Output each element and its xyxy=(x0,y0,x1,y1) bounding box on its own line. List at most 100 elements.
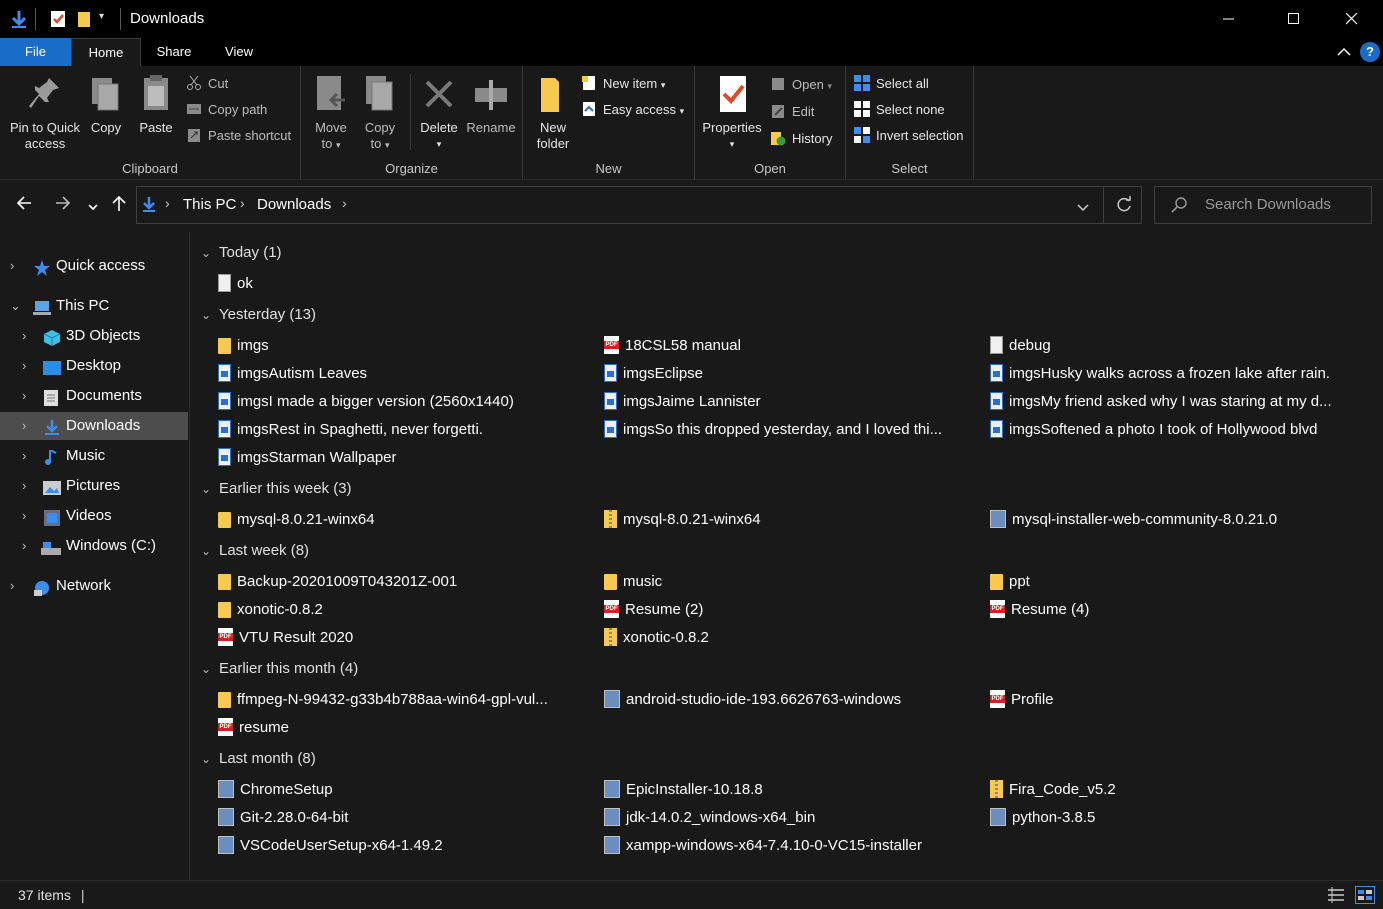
sidebar-item-3d-objects[interactable]: › 3D Objects xyxy=(0,322,188,350)
refresh-button[interactable] xyxy=(1115,196,1133,217)
customize-toolbar-chevron-icon[interactable]: ▾ xyxy=(99,11,117,31)
group-header[interactable]: ⌄ Yesterday (13) xyxy=(201,304,316,326)
chevron-down-icon[interactable]: ⌄ xyxy=(201,304,219,326)
properties-check-icon[interactable] xyxy=(49,9,67,29)
chevron-right-icon[interactable]: › xyxy=(10,572,14,600)
file-item[interactable]: mysql-installer-web-community-8.0.21.0 xyxy=(990,508,1350,532)
file-item[interactable]: Git-2.28.0-64-bit xyxy=(218,806,578,830)
file-item[interactable]: android-studio-ide-193.6626763-windows xyxy=(604,688,964,712)
open-button[interactable]: Open ▾ xyxy=(770,74,832,96)
pin-to-quick-access-button[interactable]: Pin to Quick access xyxy=(6,72,84,152)
chevron-down-icon[interactable]: ⌄ xyxy=(10,292,21,320)
up-button[interactable] xyxy=(110,194,128,217)
sidebar-item-quick-access[interactable]: › Quick access xyxy=(0,252,188,280)
move-to-button[interactable]: Move to ▾ xyxy=(311,72,351,153)
file-item[interactable]: 18CSL58 manual xyxy=(604,334,964,358)
sidebar-item-downloads[interactable]: › Downloads xyxy=(0,412,188,440)
edit-button[interactable]: Edit xyxy=(770,101,814,123)
chevron-right-icon[interactable]: › xyxy=(22,322,26,350)
sidebar-item-documents[interactable]: › Documents xyxy=(0,382,188,410)
file-item[interactable]: ChromeSetup xyxy=(218,778,578,802)
delete-button[interactable]: Delete ▾ xyxy=(418,72,460,152)
file-item[interactable]: VSCodeUserSetup-x64-1.49.2 xyxy=(218,834,578,858)
file-item[interactable]: imgsStarman Wallpaper xyxy=(218,446,578,470)
sidebar-item-desktop[interactable]: › Desktop xyxy=(0,352,188,380)
search-box[interactable]: Search Downloads xyxy=(1154,186,1372,224)
file-item[interactable]: ffmpeg-N-99432-g33b4b788aa-win64-gpl-vul… xyxy=(218,688,578,712)
chevron-down-icon[interactable]: ⌄ xyxy=(201,242,219,264)
close-button[interactable] xyxy=(1329,0,1375,38)
file-item[interactable]: python-3.8.5 xyxy=(990,806,1350,830)
chevron-right-icon[interactable]: › xyxy=(22,472,26,500)
group-header[interactable]: ⌄ Last week (8) xyxy=(201,540,309,562)
file-item[interactable]: VTU Result 2020 xyxy=(218,626,578,650)
new-item-button[interactable]: New item ▾ xyxy=(581,73,665,95)
select-none-button[interactable]: Select none xyxy=(854,99,945,121)
file-item[interactable]: mysql-8.0.21-winx64 xyxy=(218,508,578,532)
chevron-down-icon[interactable]: ⌄ xyxy=(201,748,219,770)
address-dropdown-button[interactable] xyxy=(1077,200,1089,216)
file-item[interactable]: imgsHusky walks across a frozen lake aft… xyxy=(990,362,1350,386)
file-item[interactable]: ok xyxy=(218,272,578,296)
copy-button[interactable]: Copy xyxy=(86,72,126,136)
group-header[interactable]: ⌄ Earlier this month (4) xyxy=(201,658,358,680)
recent-locations-button[interactable] xyxy=(87,197,99,218)
minimize-button[interactable] xyxy=(1206,0,1252,38)
file-item[interactable]: imgsJaime Lannister xyxy=(604,390,964,414)
file-item[interactable]: ppt xyxy=(990,570,1350,594)
tab-view[interactable]: View xyxy=(207,38,271,66)
details-view-button[interactable] xyxy=(1328,887,1344,906)
chevron-right-icon[interactable]: › xyxy=(22,502,26,530)
file-item[interactable]: imgs xyxy=(218,334,578,358)
collapse-ribbon-button[interactable] xyxy=(1337,44,1351,60)
file-item[interactable]: imgsSo this dropped yesterday, and I lov… xyxy=(604,418,964,442)
properties-button[interactable]: Properties ▾ xyxy=(699,72,765,152)
tab-home[interactable]: Home xyxy=(71,38,141,66)
sidebar-item-pictures[interactable]: › Pictures xyxy=(0,472,188,500)
help-button[interactable]: ? xyxy=(1360,42,1380,62)
file-item[interactable]: Resume (4) xyxy=(990,598,1350,622)
sidebar-item-this-pc[interactable]: ⌄ This PC xyxy=(0,292,188,320)
sidebar-item-videos[interactable]: › Videos xyxy=(0,502,188,530)
rename-button[interactable]: Rename xyxy=(465,72,517,136)
file-item[interactable]: Resume (2) xyxy=(604,598,964,622)
file-item[interactable]: xampp-windows-x64-7.4.10-0-VC15-installe… xyxy=(604,834,964,858)
chevron-right-icon[interactable]: › xyxy=(22,532,26,560)
file-item[interactable]: imgsSoftened a photo I took of Hollywood… xyxy=(990,418,1350,442)
file-item[interactable]: Backup-20201009T043201Z-001 xyxy=(218,570,578,594)
group-header[interactable]: ⌄ Earlier this week (3) xyxy=(201,478,352,500)
maximize-button[interactable] xyxy=(1271,0,1317,38)
chevron-right-icon[interactable]: › xyxy=(22,352,26,380)
copy-to-button[interactable]: Copy to ▾ xyxy=(360,72,400,153)
file-item[interactable]: jdk-14.0.2_windows-x64_bin xyxy=(604,806,964,830)
file-item[interactable]: Fira_Code_v5.2 xyxy=(990,778,1350,802)
sidebar-item-music[interactable]: › Music xyxy=(0,442,188,470)
file-item[interactable]: imgsI made a bigger version (2560x1440) xyxy=(218,390,578,414)
forward-button[interactable] xyxy=(54,194,72,217)
select-all-button[interactable]: Select all xyxy=(854,73,929,95)
file-item[interactable]: debug xyxy=(990,334,1350,358)
breadcrumb-this-pc[interactable]: This PC xyxy=(183,196,236,213)
file-item[interactable]: resume xyxy=(218,716,578,740)
chevron-right-icon[interactable]: › xyxy=(22,382,26,410)
breadcrumb-separator-icon[interactable]: › xyxy=(342,195,347,211)
tab-share[interactable]: Share xyxy=(141,38,207,66)
chevron-right-icon[interactable]: › xyxy=(22,442,26,470)
paste-shortcut-button[interactable]: Paste shortcut xyxy=(186,125,291,147)
breadcrumb-separator-icon[interactable]: › xyxy=(165,195,170,211)
sidebar-item-network[interactable]: › Network xyxy=(0,572,188,600)
history-button[interactable]: History xyxy=(770,128,832,150)
paste-button[interactable]: Paste xyxy=(136,72,176,136)
file-item[interactable]: imgsAutism Leaves xyxy=(218,362,578,386)
chevron-down-icon[interactable]: ⌄ xyxy=(201,540,219,562)
file-item[interactable]: music xyxy=(604,570,964,594)
breadcrumb-separator-icon[interactable]: › xyxy=(240,195,245,211)
file-item[interactable]: imgsMy friend asked why I was staring at… xyxy=(990,390,1350,414)
address-bar[interactable]: › This PC › Downloads › xyxy=(136,186,1142,224)
file-item[interactable]: EpicInstaller-10.18.8 xyxy=(604,778,964,802)
copy-path-button[interactable]: Copy path xyxy=(186,99,267,121)
file-item[interactable]: xonotic-0.8.2 xyxy=(604,626,964,650)
chevron-right-icon[interactable]: › xyxy=(22,412,26,440)
file-item[interactable]: mysql-8.0.21-winx64 xyxy=(604,508,964,532)
sidebar-item-windows-c[interactable]: › Windows (C:) xyxy=(0,532,188,560)
